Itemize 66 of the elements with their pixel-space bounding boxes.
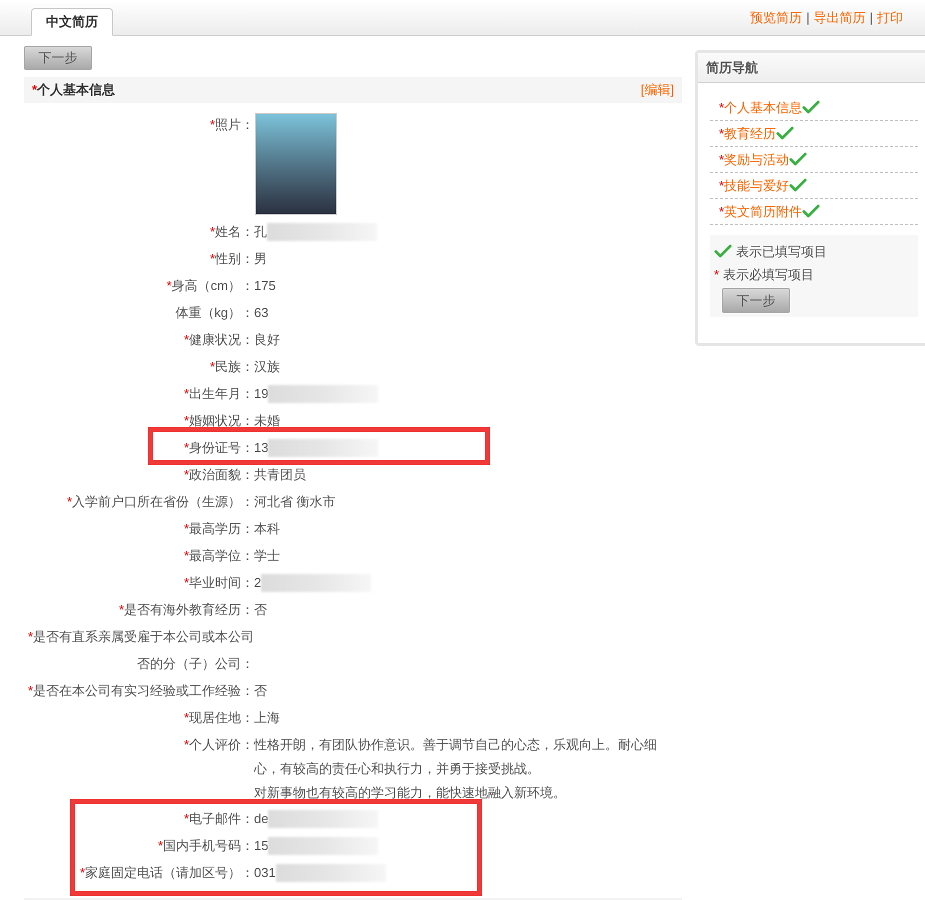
field-value: 未婚 [254, 412, 280, 430]
field-label: *家庭固定电话（请加区号）： [80, 865, 254, 880]
field-value: 性格开朗，有团队协作意识。善于调节自己的心态，乐观向上。耐心细心，有较高的责任心和执行力，并勇于接受挑战。 [254, 736, 658, 778]
field-value: 男 [254, 250, 267, 268]
field-label: *身份证号： [184, 440, 254, 455]
header-link[interactable]: 导出简历 [814, 8, 866, 28]
field-value: de [254, 810, 268, 828]
field-value: 2 [254, 574, 262, 592]
check-icon [714, 244, 732, 259]
legend-text: 表示已填写项目 [736, 242, 827, 261]
next-step-button[interactable]: 下一步 [24, 46, 92, 70]
nav-link[interactable]: *奖励与活动 [710, 147, 918, 173]
field-value: 良好 [254, 331, 280, 349]
field-value: 031 [254, 864, 276, 882]
link-separator: | [805, 8, 811, 27]
field-value: 175 [254, 277, 276, 295]
required-mark: * [714, 266, 720, 284]
field-value: 15 [254, 837, 268, 855]
field-label: *是否有海外教育经历： [118, 602, 254, 617]
field-label: *最高学位： [184, 548, 254, 563]
next-step-button[interactable]: 下一步 [722, 288, 790, 313]
field-label: *是否有直系亲属受雇于本公司或本公司否的分（子）公司： [28, 629, 254, 671]
field-value: 否 [254, 682, 267, 700]
field-label: *性别： [210, 251, 254, 266]
nav-link[interactable]: *英文简历附件 [710, 199, 918, 225]
field-value: 河北省 衡水市 [254, 493, 336, 511]
field-label: *婚姻状况： [184, 413, 254, 428]
field-label: *国内手机号码： [158, 838, 254, 853]
field-value: 对新事物也有较高的学习能力，能快速地融入新环境。 [254, 784, 567, 802]
field-label: *出生年月： [184, 386, 254, 401]
field-value: 学士 [254, 547, 280, 565]
required-mark: * [32, 81, 38, 100]
field-label: *入学前户口所在省份（生源）： [66, 494, 254, 509]
field-value: 13 [254, 439, 268, 457]
field-label: *健康状况： [184, 332, 254, 347]
header-link[interactable]: 打印 [877, 8, 903, 28]
field-value: 共青团员 [254, 466, 306, 484]
tab[interactable]: 中文简历 [31, 8, 113, 36]
nav-link[interactable]: *个人基本信息 [710, 95, 918, 121]
field-value: 上海 [254, 709, 280, 727]
nav-link[interactable]: *技能与爱好 [710, 173, 918, 199]
field-value: 孔 [254, 223, 267, 241]
field-label: 体重（kg）： [175, 305, 254, 320]
link-separator: | [868, 8, 874, 27]
field-value: 汉族 [254, 358, 280, 376]
field-label: *毕业时间： [184, 575, 254, 590]
field-value: 19 [254, 385, 268, 403]
field-label: *是否在本公司有实习经验或工作经验： [28, 683, 254, 698]
edit-link[interactable]: [编辑] [640, 80, 674, 100]
field-label: *照片： [210, 117, 254, 132]
field-value: 本科 [254, 520, 280, 538]
field-label: *电子邮件： [184, 811, 254, 826]
field-label: *最高学历： [184, 521, 254, 536]
nav-link[interactable]: *教育经历 [710, 121, 918, 147]
field-label: *民族： [210, 359, 254, 374]
header-link[interactable]: 预览简历 [750, 8, 802, 28]
legend-text: 表示必填写项目 [723, 266, 814, 284]
panel-title: 简历导航 [706, 58, 758, 77]
section-title: 个人基本信息 [37, 81, 116, 100]
field-value: 63 [254, 304, 268, 322]
field-label: *姓名： [210, 224, 254, 239]
field-label: *个人评价： [184, 737, 254, 752]
field-label: *政治面貌： [184, 467, 254, 482]
field-label: *现居住地： [184, 710, 254, 725]
field-label: *身高（cm）： [166, 278, 254, 293]
field-value: 否 [254, 601, 267, 619]
